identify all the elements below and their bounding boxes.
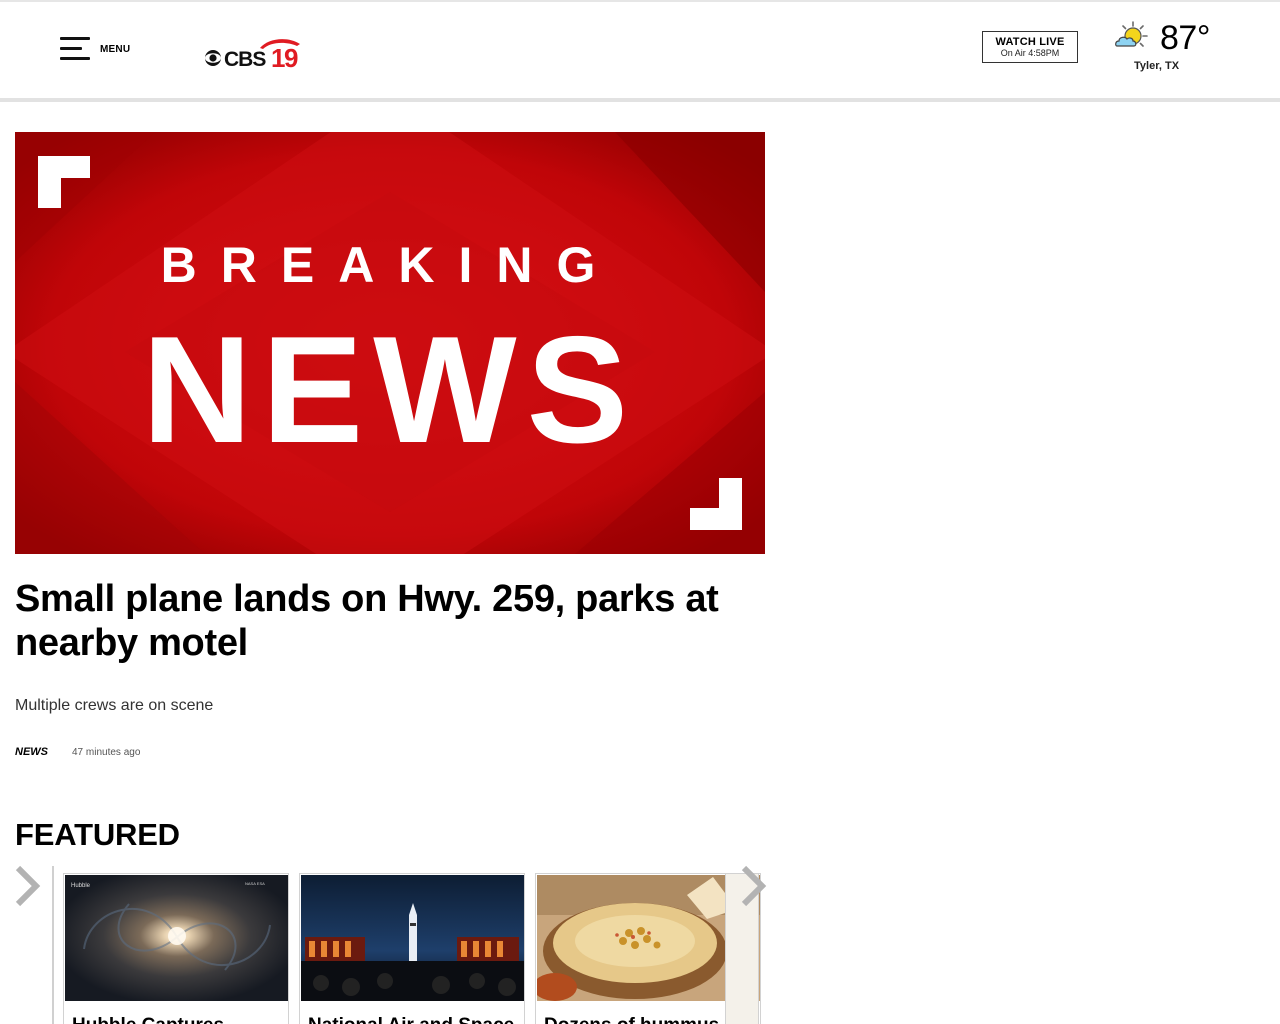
svg-text:CBS: CBS	[224, 48, 266, 71]
carousel-next-icon[interactable]	[738, 864, 768, 908]
card-title: Dozens of hummus	[544, 1015, 754, 1024]
hero-headline[interactable]: Small plane lands on Hwy. 259, parks at …	[15, 577, 775, 665]
temperature: 87°	[1160, 19, 1210, 57]
card-thumbnail-galaxy: Hubble NASA ESA	[65, 875, 288, 1001]
watch-live-label: WATCH LIVE	[995, 35, 1065, 48]
timestamp: 47 minutes ago	[72, 746, 141, 758]
carousel-prev-icon[interactable]	[12, 864, 42, 908]
card-title: National Air and Space	[308, 1015, 518, 1024]
weather-widget[interactable]: 87° Tyler, TX	[1112, 18, 1212, 78]
cbs19-logo[interactable]: CBS 19	[204, 32, 304, 72]
category-link[interactable]: NEWS	[15, 746, 48, 758]
menu-label: MENU	[100, 43, 131, 55]
hero-meta: NEWS 47 minutes ago	[15, 746, 140, 758]
hero-image-breaking-text: BREAKING	[161, 237, 620, 293]
weather-location: Tyler, TX	[1134, 60, 1180, 72]
on-air-time: On Air 4:58PM	[1000, 47, 1060, 58]
menu-button[interactable]: MENU	[60, 37, 130, 61]
featured-carousel: Hubble NASA ESA Hubble Captures	[0, 862, 780, 1024]
featured-heading: FEATURED	[15, 817, 180, 852]
cbs-eye-icon	[205, 50, 221, 66]
featured-card[interactable]: Hubble NASA ESA Hubble Captures	[63, 873, 289, 1024]
carousel-divider	[52, 866, 54, 1024]
watch-live-button[interactable]: WATCH LIVE On Air 4:58PM	[982, 31, 1078, 63]
hero-image[interactable]: BREAKING NEWS	[15, 132, 765, 554]
svg-text:19: 19	[271, 43, 298, 72]
partly-sunny-icon	[1115, 21, 1148, 47]
svg-text:NASA ESA: NASA ESA	[245, 881, 265, 886]
svg-text:Hubble: Hubble	[71, 883, 91, 889]
card-title: Hubble Captures	[72, 1015, 282, 1024]
hero-image-news-text: NEWS	[142, 305, 638, 475]
hamburger-icon	[60, 37, 90, 61]
featured-card[interactable]: National Air and Space	[299, 873, 525, 1024]
hero-subhead: Multiple crews are on scene	[15, 697, 214, 714]
header-divider	[0, 98, 1280, 102]
card-thumbnail-rocket	[301, 875, 524, 1001]
site-header: MENU CBS 19 WATCH LIVE On Air 4:58PM 87°…	[0, 2, 1280, 98]
